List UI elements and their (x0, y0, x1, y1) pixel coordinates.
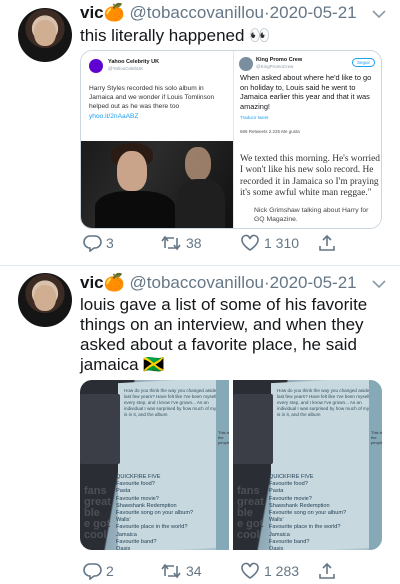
author-name[interactable]: vic (80, 3, 104, 22)
author-name[interactable]: vic (80, 273, 104, 292)
follow-button: Seguir (351, 58, 375, 67)
chevron-down-icon[interactable] (372, 6, 386, 24)
share-icon (318, 234, 336, 252)
heart-icon (240, 562, 260, 580)
reply-button[interactable]: 3 (82, 234, 114, 252)
account-avatar-icon (239, 57, 253, 71)
author-handle[interactable]: @tobaccovanillou (130, 273, 264, 292)
share-button[interactable] (318, 562, 336, 580)
share-button[interactable] (318, 234, 336, 252)
tweet[interactable]: vic🍊 @tobaccovanillou·2020-05-21 louis g… (0, 270, 400, 580)
orange-emoji: 🍊 (103, 273, 125, 292)
side-text: fans great ble e got cool (237, 485, 264, 541)
magazine-photo[interactable]: How do you think the way you changed asi… (233, 380, 382, 550)
tweet-header: vic🍊 @tobaccovanillou·2020-05-21 (80, 2, 357, 24)
side-text: fans great ble e got cool (84, 485, 111, 541)
tweet-actions: 3 38 1 310 (80, 234, 380, 256)
quickfire-list: QUICKFIRE FIVE Favourite food? Pasta Fav… (116, 474, 194, 550)
retweet-count: 34 (186, 563, 202, 579)
reply-count: 2 (106, 563, 114, 579)
retweet-icon (160, 234, 182, 252)
embedded-body: Harry Styles recorded his solo album in … (89, 84, 227, 121)
chevron-down-icon[interactable] (372, 276, 386, 294)
quote-credit: Nick Grimshaw talking about Harry for GQ… (254, 207, 369, 223)
page-edge-text: This is the people (218, 430, 229, 445)
quote-block: We texted this morning. He's worried I w… (234, 148, 381, 228)
avatar[interactable] (18, 273, 72, 327)
embedded-link: yhoo.it/2nAaABZ (89, 112, 139, 120)
translate-link: Traducir tweet (240, 115, 269, 120)
quote-text: We texted this morning. He's worried I w… (240, 154, 380, 199)
tweet[interactable]: vic🍊 @tobaccovanillou·2020-05-21 this li… (0, 0, 400, 289)
embedded-account-handle: @KingPromoCrew (256, 64, 294, 69)
yahoo-logo-icon (89, 59, 103, 73)
avatar[interactable] (18, 8, 72, 62)
embedded-stats: 686 Retweets 2.225 Me gusta (240, 129, 300, 134)
tweet-media[interactable]: How do you think the way you changed asi… (80, 380, 382, 550)
page-edge-text: This is the people (371, 430, 382, 445)
quickfire-list: QUICKFIRE FIVE Favourite food? Pasta Fav… (269, 474, 347, 550)
retweet-button[interactable]: 34 (160, 562, 202, 580)
embedded-account-handle: @YahooCelebUK (108, 66, 144, 71)
reply-count: 3 (106, 235, 114, 251)
tweet-text: louis gave a list of some of his favorit… (80, 295, 368, 374)
reply-icon (82, 234, 102, 252)
embedded-body: When asked about where he'd like to go o… (240, 73, 376, 111)
magazine-photo[interactable]: How do you think the way you changed asi… (80, 380, 229, 550)
share-icon (318, 562, 336, 580)
retweet-icon (160, 562, 182, 580)
like-button[interactable]: 1 283 (240, 562, 299, 580)
retweet-count: 38 (186, 235, 202, 251)
tweet-text: this literally happened 👀 (80, 26, 271, 45)
retweet-button[interactable]: 38 (160, 234, 202, 252)
embedded-account-name: King Promo Crew (256, 57, 303, 63)
embedded-body-text: Harry Styles recorded his solo album in … (89, 85, 215, 111)
tweet-date[interactable]: 2020-05-21 (270, 3, 357, 22)
embedded-body-text: When asked about where he'd like to go o… (240, 73, 372, 111)
tweet-divider (0, 265, 400, 266)
reply-icon (82, 562, 102, 580)
like-count: 1 283 (264, 563, 300, 579)
orange-emoji: 🍊 (103, 3, 125, 22)
like-count: 1 310 (264, 235, 300, 251)
harry-styles-photo (81, 141, 233, 228)
tweet-header: vic🍊 @tobaccovanillou·2020-05-21 (80, 272, 357, 294)
reply-button[interactable]: 2 (82, 562, 114, 580)
tweet-media[interactable]: Yahoo Celebrity UK @YahooCelebUK Harry S… (80, 50, 382, 229)
author-handle[interactable]: @tobaccovanillou (130, 3, 264, 22)
tweet-actions: 2 34 1 283 (80, 562, 380, 584)
tweet-date[interactable]: 2020-05-21 (270, 273, 357, 292)
embedded-account-name: Yahoo Celebrity UK (108, 59, 160, 65)
like-button[interactable]: 1 310 (240, 234, 299, 252)
heart-icon (240, 234, 260, 252)
